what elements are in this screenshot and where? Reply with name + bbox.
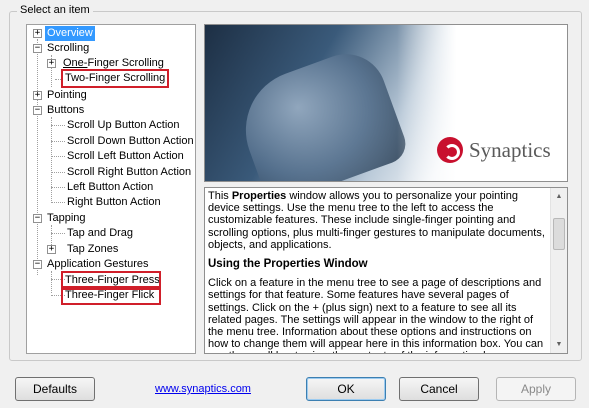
tree-item-tapping[interactable]: Tapping [45,211,88,226]
scroll-thumb[interactable] [553,218,565,250]
synaptics-logo-text: Synaptics [469,137,551,162]
tree-item-scroll-up-button-action[interactable]: Scroll Up Button Action [65,118,182,133]
tree-item-left-button-action[interactable]: Left Button Action [65,180,155,195]
tree-item-three-finger-flick[interactable]: Three-Finger Flick [61,286,161,305]
cancel-button[interactable]: Cancel [399,377,479,401]
defaults-button[interactable]: Defaults [15,377,95,401]
tree-line [51,117,52,201]
info-intro-start: This [208,190,232,202]
tree-line [51,202,65,203]
info-paragraph-intro: This Properties window allows you to per… [208,190,548,251]
tree-item-two-finger-scrolling[interactable]: Two-Finger Scrolling [60,69,170,88]
finger-touchpad-image [229,42,411,181]
one-finger-prefix: One- [63,57,88,69]
synaptics-banner: Synaptics [204,24,568,182]
synaptics-logo: Synaptics [437,137,551,163]
synaptics-logo-icon [437,137,463,163]
scroll-up-arrow-icon[interactable]: ▲ [551,188,567,205]
tree-item-three-finger-press[interactable]: Three-Finger Press [61,271,161,290]
tree-item-scroll-down-button-action[interactable]: Scroll Down Button Action [65,134,195,149]
info-text: This Properties window allows you to per… [208,190,548,353]
info-scrollbar[interactable]: ▲ ▼ [550,188,567,353]
tree-line [51,172,65,173]
information-box[interactable]: This Properties window allows you to per… [204,187,568,354]
groupbox-title: Select an item [17,4,93,16]
menu-tree[interactable]: + Overview − Scrolling + One-Finger Scro… [26,24,196,354]
expand-pointing-icon[interactable]: + [33,91,42,100]
apply-button[interactable]: Apply [496,377,576,401]
tree-item-scroll-right-button-action[interactable]: Scroll Right Button Action [65,165,193,180]
info-heading: Using the Properties Window [208,258,368,271]
ok-button[interactable]: OK [306,377,386,401]
tree-item-application-gestures[interactable]: Application Gestures [45,257,151,272]
tree-line [51,156,65,157]
tree-item-pointing[interactable]: Pointing [45,88,89,103]
collapse-tapping-icon[interactable]: − [33,214,42,223]
collapse-scrolling-icon[interactable]: − [33,44,42,53]
info-paragraph-usage: Click on a feature in the menu tree to s… [208,277,544,353]
tree-line [55,79,63,80]
tree-line [51,233,65,234]
synaptics-website-link[interactable]: www.synaptics.com [155,383,251,395]
tree-item-buttons[interactable]: Buttons [45,103,86,118]
tree-item-tap-zones[interactable]: Tap Zones [65,242,120,257]
tree-item-scroll-left-button-action[interactable]: Scroll Left Button Action [65,149,186,164]
tree-item-one-finger-scrolling[interactable]: One-Finger Scrolling [61,56,166,71]
tree-item-right-button-action[interactable]: Right Button Action [65,195,163,210]
expand-one-finger-scrolling-icon[interactable]: + [47,59,56,68]
tree-item-overview[interactable]: Overview [45,26,95,41]
tree-line [37,39,38,275]
collapse-application-gestures-icon[interactable]: − [33,260,42,269]
info-intro-bold: Properties [231,190,287,202]
expand-tap-zones-icon[interactable]: + [47,245,56,254]
collapse-buttons-icon[interactable]: − [33,106,42,115]
expand-overview-icon[interactable]: + [33,29,42,38]
tree-line [51,125,65,126]
tree-line [51,271,52,293]
tree-line [51,187,65,188]
tree-item-scrolling[interactable]: Scrolling [45,41,91,56]
scroll-down-arrow-icon[interactable]: ▼ [551,336,567,353]
tree-item-tap-and-drag[interactable]: Tap and Drag [65,226,135,241]
one-finger-rest: Finger Scrolling [87,57,164,69]
tree-line [51,141,65,142]
